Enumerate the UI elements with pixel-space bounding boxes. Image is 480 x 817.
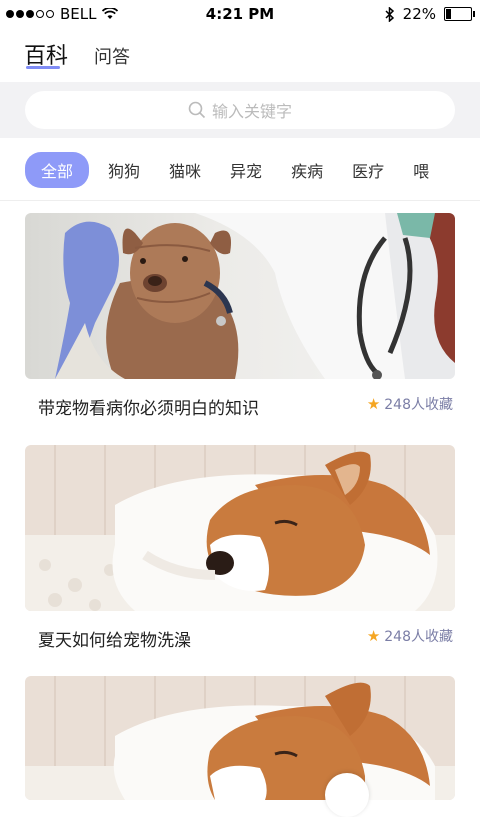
battery-percent: 22%: [402, 5, 436, 23]
favorite-count[interactable]: ★ 248人收藏: [367, 394, 453, 414]
category-exotic[interactable]: 异宠: [230, 158, 262, 182]
category-medical[interactable]: 医疗: [352, 158, 384, 182]
category-all[interactable]: 全部: [25, 152, 90, 188]
search-placeholder: 输入关键字: [211, 102, 292, 121]
status-bar: BELL 4:21 PM 22%: [0, 0, 480, 28]
active-tab-indicator: [26, 66, 60, 69]
article-card[interactable]: 夏天如何给宠物洗澡 ★ 248人收藏: [25, 445, 455, 651]
category-feeding[interactable]: 喂: [413, 158, 429, 182]
category-disease[interactable]: 疾病: [291, 158, 323, 182]
category-tabs: 全部 狗狗 猫咪 异宠 疾病 医疗 喂: [0, 148, 480, 192]
article-card[interactable]: [25, 676, 455, 800]
search-input[interactable]: 输入关键字: [25, 91, 455, 129]
floating-button[interactable]: [325, 773, 369, 817]
favorite-count[interactable]: ★ 248人收藏: [367, 626, 453, 646]
star-icon: ★: [366, 627, 381, 645]
search-icon: [188, 101, 206, 119]
article-card[interactable]: 带宠物看病你必须明白的知识 ★ 248人收藏: [25, 213, 455, 419]
article-image-sleeping-dog[interactable]: [25, 676, 455, 800]
article-title[interactable]: 夏天如何给宠物洗澡: [38, 626, 191, 651]
top-tabs: 百科 问答: [0, 28, 480, 82]
battery-fill: [446, 9, 451, 19]
status-right: 22%: [385, 5, 475, 23]
search-bar-container: 输入关键字: [0, 82, 480, 138]
tab-wenda[interactable]: 问答: [94, 43, 130, 69]
bluetooth-icon: [385, 6, 394, 22]
favorite-count-label: 248人收藏: [384, 397, 453, 413]
article-image-sleeping-dog[interactable]: [25, 445, 455, 611]
category-dogs[interactable]: 狗狗: [108, 158, 140, 182]
article-image-vet-dog[interactable]: [25, 213, 455, 379]
favorite-count-label: 248人收藏: [384, 629, 453, 645]
battery-icon: [444, 7, 475, 21]
article-title[interactable]: 带宠物看病你必须明白的知识: [38, 394, 259, 419]
star-icon: ★: [366, 395, 381, 413]
divider: [0, 200, 480, 201]
category-cats[interactable]: 猫咪: [169, 158, 201, 182]
